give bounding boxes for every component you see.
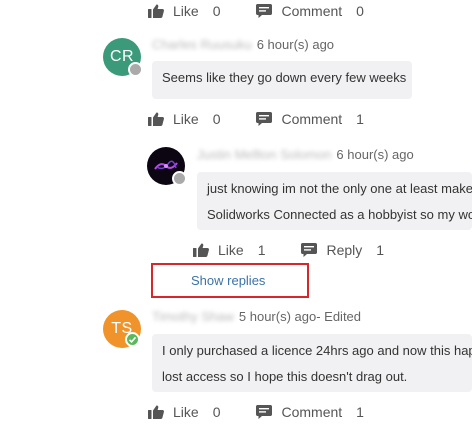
comment-count: 0 bbox=[356, 3, 364, 19]
online-status-dot bbox=[125, 332, 140, 347]
comment-bubble: just knowing im not the only one at leas… bbox=[197, 172, 472, 230]
comment-icon[interactable] bbox=[256, 405, 272, 419]
show-replies-link[interactable]: Show replies bbox=[191, 273, 265, 288]
comment-button[interactable]: Comment bbox=[281, 111, 342, 127]
top-action-row: Like 0 Comment 0 bbox=[148, 2, 364, 20]
comment-button[interactable]: Comment bbox=[281, 3, 342, 19]
like-count: 1 bbox=[257, 242, 266, 258]
show-replies-button[interactable]: Show replies bbox=[151, 263, 309, 298]
check-icon bbox=[128, 336, 137, 343]
offline-status-dot bbox=[128, 62, 143, 77]
thumbs-up-icon[interactable] bbox=[193, 243, 209, 257]
comment-author-line: Justin Mellton Solomon 6 hour(s) ago bbox=[197, 147, 414, 162]
comment-bubble: Seems like they go down every few weeks bbox=[152, 61, 412, 99]
edited-label: - Edited bbox=[316, 309, 362, 324]
comment-action-row: Like 0 Comment 1 bbox=[148, 403, 364, 421]
comment-bubble: I only purchased a licence 24hrs ago and… bbox=[152, 334, 472, 392]
comment-action-row: Like 0 Comment 1 bbox=[148, 110, 364, 128]
comment-text-line: I only purchased a licence 24hrs ago and… bbox=[162, 343, 472, 358]
comment-button[interactable]: Comment bbox=[281, 404, 342, 420]
like-count: 0 bbox=[212, 111, 221, 127]
like-button[interactable]: Like bbox=[173, 404, 199, 420]
like-button[interactable]: Like bbox=[173, 3, 199, 19]
comment-text-line: lost access so I hope this doesn't drag … bbox=[162, 369, 408, 384]
thumbs-up-icon[interactable] bbox=[148, 405, 164, 419]
comment-text-line: Seems like they go down every few weeks bbox=[162, 70, 407, 85]
author-name[interactable]: Charles Ruusuku bbox=[152, 37, 252, 52]
like-button[interactable]: Like bbox=[218, 242, 244, 258]
comment-count: 1 bbox=[356, 404, 364, 420]
comment-count: 1 bbox=[356, 111, 364, 127]
like-button[interactable]: Like bbox=[173, 111, 199, 127]
thumbs-up-icon[interactable] bbox=[148, 112, 164, 126]
comment-author-line: Charles Ruusuku 6 hour(s) ago bbox=[152, 37, 334, 52]
offline-status-dot bbox=[172, 171, 187, 186]
comment-author-line: Timothy Shaw 5 hour(s) ago - Edited bbox=[152, 309, 361, 324]
timestamp: 5 hour(s) ago bbox=[238, 309, 317, 324]
reply-count: 1 bbox=[376, 242, 385, 258]
comment-text-line: Solidworks Connected as a hobbyist so my… bbox=[207, 207, 472, 222]
comment-icon[interactable] bbox=[256, 4, 272, 18]
author-name[interactable]: Timothy Shaw bbox=[152, 309, 234, 324]
like-count: 0 bbox=[212, 3, 221, 19]
reply-button[interactable]: Reply bbox=[326, 242, 362, 258]
comment-text-line: just knowing im not the only one at leas… bbox=[207, 181, 472, 196]
reply-action-row: Like 1 Reply 1 bbox=[193, 241, 384, 259]
thumbs-up-icon[interactable] bbox=[148, 4, 164, 18]
like-count: 0 bbox=[212, 404, 221, 420]
comment-icon[interactable] bbox=[301, 243, 317, 257]
comment-icon[interactable] bbox=[256, 112, 272, 126]
timestamp: 6 hour(s) ago bbox=[336, 147, 414, 162]
author-name[interactable]: Justin Mellton Solomon bbox=[197, 147, 331, 162]
timestamp: 6 hour(s) ago bbox=[256, 37, 335, 52]
